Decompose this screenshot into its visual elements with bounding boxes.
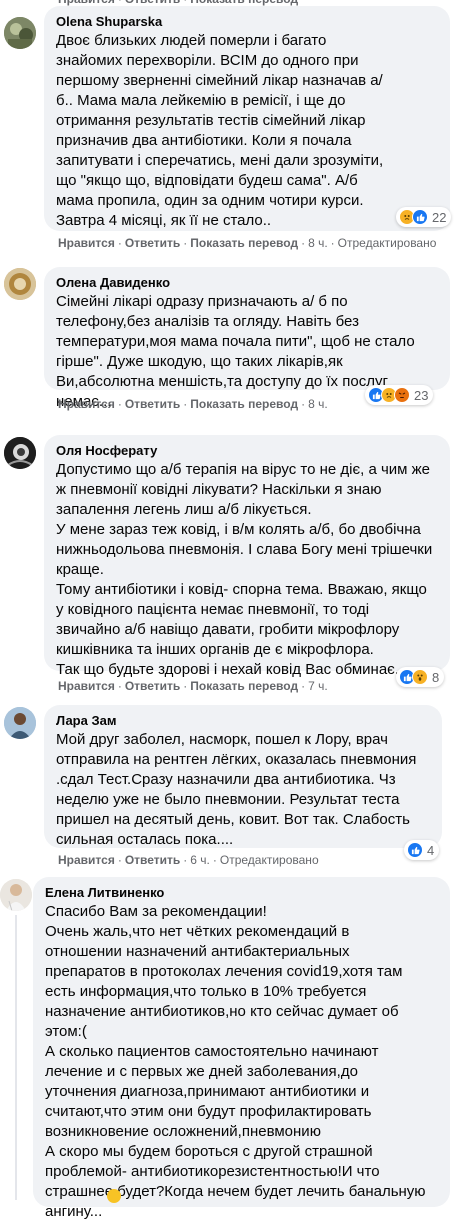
reaction-count: 8 [432,669,440,685]
avatar[interactable] [4,17,36,49]
comment-actions: Нравится · Ответить · Показать перевод · 7 ч. [58,679,328,693]
comment-author[interactable]: Елена Литвиненко [45,884,440,901]
avatar[interactable] [0,879,32,911]
comment-author[interactable]: Олена Давиденко [56,274,440,291]
like-reaction-icon [407,842,423,858]
reply-link[interactable]: Ответить [125,397,180,411]
avatar[interactable] [4,268,36,300]
wow-reaction-icon [412,669,428,685]
comment-bubble: Olena Shuparska Двоє близьких людей поме… [44,6,450,231]
edited-label: Отредактировано [219,853,319,867]
like-link[interactable]: Нравится [58,397,115,411]
reaction-summary[interactable]: 22 [396,207,452,227]
reply-link[interactable]: Ответить [125,679,180,693]
angry-reaction-icon [394,387,410,403]
reaction-summary[interactable]: 23 [365,385,434,405]
avatar[interactable] [4,707,36,739]
comment-text: Двоє близьких людей померли і багато зна… [56,32,384,229]
comment-bubble: Олена Давиденко Сімейні лікарі одразу пр… [44,267,450,410]
comment-author[interactable]: Лара Зам [56,712,432,729]
comment-text: Мой друг заболел, насморк, пошел к Лору,… [56,731,417,848]
like-link[interactable]: Нравится [58,236,115,250]
reaction-summary[interactable]: 8 [396,667,445,687]
reaction-count: 23 [414,387,429,403]
reaction-summary[interactable]: 4 [404,840,440,860]
reply-link[interactable]: Ответить [125,853,180,867]
comment-text: Спасибо Вам за рекомендации! Очень жаль,… [45,903,426,1220]
reaction-count: 22 [432,209,447,225]
comment-author[interactable]: Оля Носферату [56,442,440,459]
translate-link[interactable]: Показать перевод [190,397,298,411]
comment-bubble: Оля Носферату Допустимо що а/б терапія н… [44,435,450,678]
comment-text: Допустимо що а/б терапія на вірус то не … [56,461,433,678]
comment-actions: Нравится · Ответить · Показать перевод · 8 ч. ·… [58,236,437,250]
comment-bubble: Лара Зам Мой друг заболел, насморк, поше… [44,705,442,848]
comment-time[interactable]: 6 ч. [190,853,210,867]
thread-line [15,915,17,1200]
emoji-icon [107,1189,121,1203]
like-link[interactable]: Нравится [58,853,115,867]
comment-actions: Нравится · Ответить · 6 ч. · Отредактировано [58,853,319,867]
comment-time[interactable]: 8 ч. [308,397,328,411]
translate-link[interactable]: Показать перевод [190,236,298,250]
reaction-count: 4 [427,842,435,858]
like-reaction-icon [412,209,428,225]
comment-author[interactable]: Olena Shuparska [56,13,440,30]
avatar[interactable] [4,437,36,469]
like-link[interactable]: Нравится [58,679,115,693]
translate-link[interactable]: Показать перевод [190,679,298,693]
comment-time[interactable]: 8 ч. [308,236,328,250]
reply-link[interactable]: Ответить [125,236,180,250]
comment-actions: Нравится · Ответить · Показать перевод · 8 ч. [58,397,328,411]
edited-label: Отредактировано [337,236,437,250]
comment-time[interactable]: 7 ч. [308,679,328,693]
comment-bubble: Елена Литвиненко Спасибо Вам за рекоменд… [33,877,450,1220]
